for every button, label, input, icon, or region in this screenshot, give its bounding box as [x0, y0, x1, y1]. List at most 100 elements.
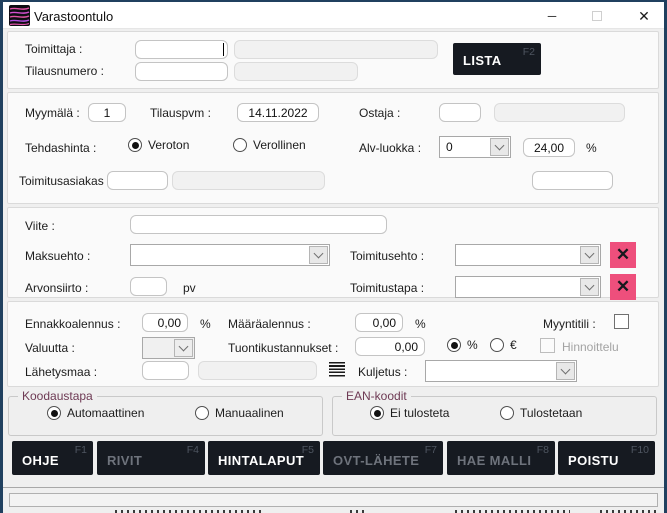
- kuljetus-combo[interactable]: [425, 360, 577, 382]
- tilausnumero-extra-field: [234, 62, 358, 81]
- radio-dot: [233, 138, 247, 152]
- hinnoittelu-checkbox: [540, 338, 555, 353]
- ennakkoalennus-input[interactable]: [142, 313, 188, 332]
- combo-arrow[interactable]: [580, 278, 599, 296]
- chevron-down-icon: [561, 364, 571, 374]
- myymala-input[interactable]: [88, 103, 126, 122]
- combo-arrow: [174, 339, 193, 357]
- maximize-button: [581, 5, 613, 27]
- text-caret: [223, 43, 224, 56]
- tuontikustannukset-input[interactable]: [355, 337, 425, 356]
- verollinen-radio[interactable]: Verollinen: [233, 138, 306, 152]
- footer-divider: [3, 487, 664, 488]
- combo-arrow[interactable]: [556, 362, 575, 380]
- chevron-down-icon: [314, 248, 324, 258]
- alv-luokka-label: Alv-luokka :: [359, 141, 421, 155]
- ostaja-label: Ostaja :: [359, 106, 400, 120]
- alv-percent-sign: %: [586, 141, 597, 155]
- lahetysmaa-label: Lähetysmaa :: [25, 365, 97, 379]
- radio-dot: [500, 406, 514, 420]
- country-list-icon[interactable]: [329, 362, 345, 377]
- status-bar: [9, 493, 658, 507]
- ohje-button[interactable]: OHJEF1: [12, 441, 93, 475]
- chevron-down-icon: [585, 248, 595, 258]
- pv-label: pv: [183, 281, 196, 295]
- tilauspvm-input[interactable]: [237, 103, 319, 122]
- radio-dot: [195, 406, 209, 420]
- viite-label: Viite :: [25, 219, 55, 233]
- title-bar: Varastoontulo ─ ✕: [3, 2, 664, 29]
- import-cost-euro-radio[interactable]: €: [490, 338, 517, 352]
- toimitusehto-combo[interactable]: [455, 244, 601, 266]
- myymala-label: Myymälä :: [25, 106, 80, 120]
- veroton-radio[interactable]: Veroton: [128, 138, 189, 152]
- toimitustapa-combo[interactable]: [455, 276, 601, 298]
- alv-luokka-combo[interactable]: 0: [439, 136, 511, 158]
- toimitusehto-label: Toimitusehto :: [350, 249, 424, 263]
- toimitustapa-label: Toimitustapa :: [350, 281, 424, 295]
- chevron-down-icon: [585, 280, 595, 290]
- toimitusasiakas-label: Toimitusasiakas :: [19, 174, 110, 188]
- minimize-button[interactable]: ─: [536, 5, 568, 27]
- manuaalinen-radio[interactable]: Manuaalinen: [195, 406, 284, 420]
- ei-tulosteta-radio[interactable]: Ei tulosteta: [370, 406, 449, 420]
- ennakko-percent-sign: %: [200, 317, 211, 331]
- ean-koodit-title: EAN-koodit: [342, 389, 411, 403]
- maaraalennus-label: Määräalennus :: [228, 317, 311, 331]
- clear-toimitustapa-button[interactable]: ✕: [610, 274, 636, 300]
- maximize-icon: [592, 11, 602, 21]
- lahetysmaa-name-field: [198, 361, 317, 380]
- automaattinen-radio[interactable]: Automaattinen: [47, 406, 144, 420]
- maksuehto-combo[interactable]: [130, 244, 330, 266]
- alv-percent-input[interactable]: [523, 138, 575, 157]
- radio-dot: [128, 138, 142, 152]
- valuutta-label: Valuutta :: [25, 341, 75, 355]
- combo-arrow[interactable]: [490, 138, 509, 156]
- myyntitili-label: Myyntitili :: [543, 317, 596, 331]
- toimittaja-name-field: [234, 40, 438, 59]
- rivit-button: RIVITF4: [97, 441, 205, 475]
- chevron-down-icon: [495, 140, 505, 150]
- ovt-lahete-button: OVT-LÄHETEF7: [323, 441, 443, 475]
- tilausnumero-input[interactable]: [135, 62, 228, 81]
- poistu-button[interactable]: POISTUF10: [558, 441, 655, 475]
- tilauspvm-label: Tilauspvm :: [150, 106, 211, 120]
- toimitusasiakas-extra-input[interactable]: [532, 171, 613, 190]
- radio-dot: [447, 338, 461, 352]
- tehdashinta-label: Tehdashinta :: [25, 141, 96, 155]
- maksuehto-label: Maksuehto :: [25, 249, 90, 263]
- combo-arrow[interactable]: [309, 246, 328, 264]
- clear-toimitusehto-button[interactable]: ✕: [610, 242, 636, 268]
- radio-dot: [370, 406, 384, 420]
- import-cost-percent-radio[interactable]: %: [447, 338, 478, 352]
- lahetysmaa-code-input[interactable]: [142, 361, 189, 380]
- koodaustapa-title: Koodaustapa: [18, 389, 97, 403]
- hae-malli-button: HAE MALLIF8: [447, 441, 555, 475]
- radio-dot: [490, 338, 504, 352]
- arvonsiirto-label: Arvonsiirto :: [25, 281, 88, 295]
- toimitusasiakas-name-field: [172, 171, 325, 190]
- myyntitili-checkbox[interactable]: [614, 314, 629, 329]
- ostaja-name-field: [494, 103, 625, 122]
- maara-percent-sign: %: [415, 317, 426, 331]
- app-icon: [9, 5, 30, 26]
- tulostetaan-radio[interactable]: Tulostetaan: [500, 406, 582, 420]
- lista-button[interactable]: LISTA F2: [453, 43, 541, 75]
- toimitusasiakas-code-input[interactable]: [107, 171, 168, 190]
- tuontikustannukset-label: Tuontikustannukset :: [228, 341, 338, 355]
- maaraalennus-input[interactable]: [355, 313, 403, 332]
- valuutta-combo: [142, 337, 195, 359]
- combo-arrow[interactable]: [580, 246, 599, 264]
- chevron-down-icon: [179, 341, 189, 351]
- toimittaja-code-input[interactable]: [135, 40, 228, 59]
- varastoontulo-window: Varastoontulo ─ ✕ Toimittaja : Tilausnum…: [0, 0, 667, 513]
- arvonsiirto-input[interactable]: [130, 277, 167, 296]
- tilausnumero-label: Tilausnumero :: [25, 64, 104, 78]
- hintalaput-button[interactable]: HINTALAPUTF5: [208, 441, 320, 475]
- ennakkoalennus-label: Ennakkoalennus :: [25, 317, 120, 331]
- close-button[interactable]: ✕: [628, 5, 660, 27]
- kuljetus-label: Kuljetus :: [358, 365, 407, 379]
- viite-input[interactable]: [130, 215, 387, 234]
- hinnoittelu-label: Hinnoittelu: [562, 340, 619, 354]
- ostaja-code-input[interactable]: [439, 103, 481, 122]
